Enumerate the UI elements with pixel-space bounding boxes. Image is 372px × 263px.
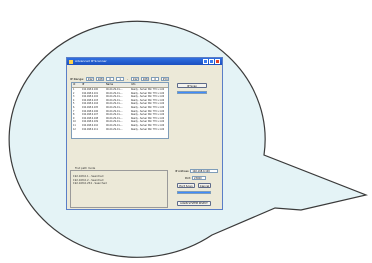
ip-to-octet-1[interactable]: 192 [131, 77, 140, 81]
column-header-info[interactable]: Info [131, 83, 168, 87]
range-separator: - [127, 77, 129, 81]
results-list[interactable]: Id IP Name Info 1 192.168.0.100 00-0C-29-C… [71, 82, 169, 139]
address-input[interactable]: 192.168.0.100 [190, 169, 219, 173]
maximize-button[interactable] [209, 59, 214, 64]
window-title: Advanced IP Scanner [75, 59, 107, 63]
log-panel: 192.168.0.1 - Searched 192.168.0.2 - Sear… [70, 170, 168, 208]
ip-range-label: IP Range: [70, 77, 85, 81]
ip-to-octet-3[interactable]: 0 [151, 77, 160, 81]
minimize-button[interactable] [203, 59, 208, 64]
log-body: 192.168.0.1 - Searched 192.168.0.2 - Sear… [73, 175, 165, 186]
address-field: IP Address: 192.168.0.100 [175, 169, 219, 173]
log-line: 192.168.0.254 - Searched [73, 182, 107, 186]
list-body: 1 192.168.0.100 00-0C-29-C1-... Ready - Ser… [72, 88, 168, 131]
column-header-name[interactable]: Name [106, 83, 131, 87]
ip-range-row: IP Range: 192 168 0 1 - 192 168 0 254 [70, 77, 170, 81]
port-input[interactable]: 23000 [192, 176, 207, 180]
scan-progress-bar [177, 91, 207, 94]
ip-to-octet-4[interactable]: 254 [161, 77, 170, 81]
port-label: Port: [185, 176, 192, 180]
port-field: Port: 23000 [185, 176, 207, 180]
login-system-select-button[interactable]: LOGIN SYSTEM SELECT [177, 201, 211, 206]
title-bar: Advanced IP Scanner [67, 58, 222, 65]
port-scan-button[interactable]: Port Scan [177, 183, 195, 188]
row-name: 00-0C-29-C1-... [106, 127, 123, 131]
column-header-ip[interactable]: IP [82, 83, 106, 87]
row-id: 12 [73, 127, 76, 131]
ip-to-octet-2[interactable]: 168 [141, 77, 150, 81]
row-ip: 192.168.0.111 [82, 127, 99, 131]
address-label: IP Address: [175, 169, 190, 173]
app-window: Advanced IP Scanner IP Range: 192 168 0 … [66, 57, 223, 210]
ip-from-octet-4[interactable]: 1 [116, 77, 125, 81]
cancel-button[interactable]: Cancel [198, 183, 211, 188]
port-progress-bar [177, 191, 211, 194]
ip-from-octet-2[interactable]: 168 [96, 77, 105, 81]
column-header-id[interactable]: Id [72, 83, 82, 87]
scan-progress-fill [178, 92, 206, 93]
ip-scan-button[interactable]: IP Scan [177, 83, 207, 88]
port-progress-fill [178, 192, 210, 193]
log-panel-title: Find path mode [74, 167, 97, 170]
table-row[interactable]: 12 192.168.0.111 00-0C-29-C1-... Ready - Se… [72, 128, 168, 132]
app-icon [69, 59, 73, 64]
row-info: Ready - Server Win 770 v.1.00 [131, 127, 165, 131]
close-button[interactable] [215, 59, 220, 64]
ip-from-octet-1[interactable]: 192 [86, 77, 95, 81]
ip-from-octet-3[interactable]: 0 [106, 77, 115, 81]
